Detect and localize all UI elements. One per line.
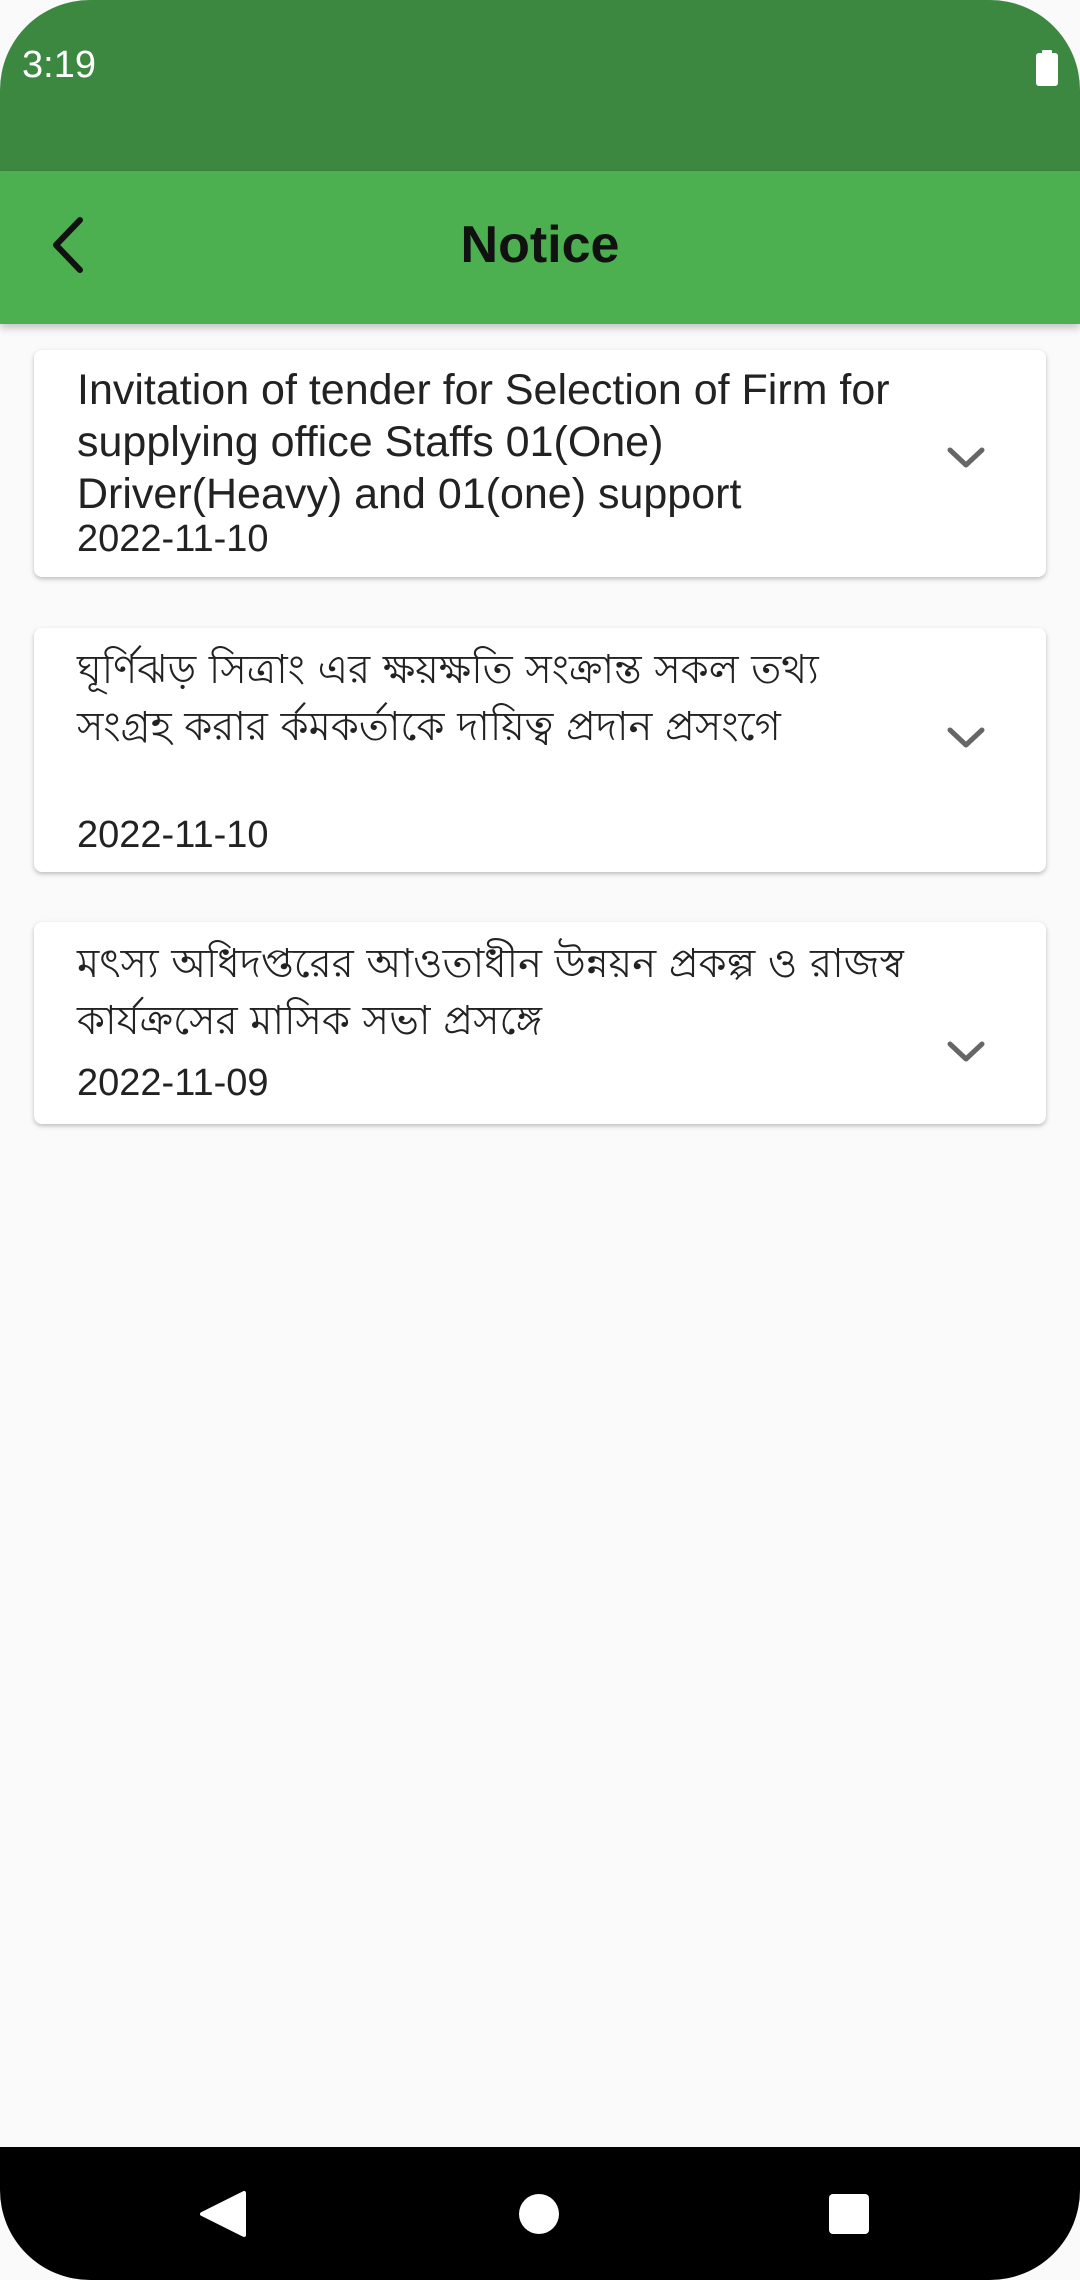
notice-date: 2022-11-10 [77,814,269,856]
notice-title: Invitation of tender for Selection of Fi… [77,366,890,518]
battery-full-icon [1036,50,1058,90]
circle-home-icon [518,2194,560,2239]
status-bar: 3:19 [0,0,1080,171]
triangle-back-icon [198,2191,248,2243]
notice-card[interactable]: মৎস্য অধিদপ্তরের আওতাধীন উন্নয়ন প্রকল্প… [34,922,1046,1124]
expand-button[interactable] [934,1022,998,1086]
notice-card[interactable]: ঘূর্ণিঝড় সিত্রাং এর ক্ষয়ক্ষতি সংক্রান্… [34,628,1046,872]
app-bar: Notice [0,171,1080,324]
chevron-down-icon [946,445,986,475]
square-recents-icon [828,2194,870,2239]
status-time: 3:19 [22,44,96,86]
notice-title: মৎস্য অধিদপ্তরের আওতাধীন উন্নয়ন প্রকল্প… [77,941,904,1044]
nav-home-button[interactable] [518,2193,560,2239]
chevron-down-icon [946,1039,986,1069]
expand-button[interactable] [934,428,998,492]
page-title: Notice [460,216,620,274]
navigation-bar [0,2147,1080,2280]
chevron-down-icon [946,725,986,755]
notice-date: 2022-11-09 [77,1062,269,1104]
notice-date: 2022-11-10 [77,518,269,560]
nav-recents-button[interactable] [828,2193,870,2239]
notice-card[interactable]: Invitation of tender for Selection of Fi… [34,350,1046,577]
expand-button[interactable] [934,708,998,772]
notice-title: ঘূর্ণিঝড় সিত্রাং এর ক্ষয়ক্ষতি সংক্রান্… [77,647,819,750]
nav-back-button[interactable] [198,2189,248,2243]
